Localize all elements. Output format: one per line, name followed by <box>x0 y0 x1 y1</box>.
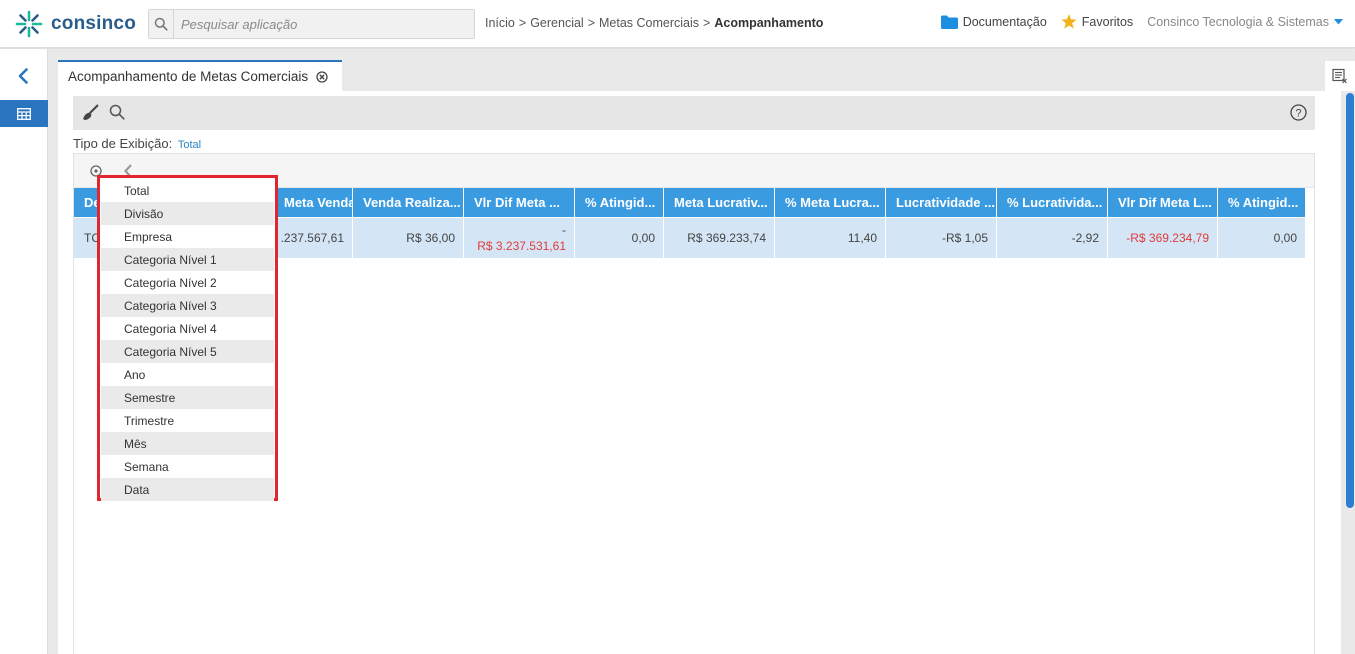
table-cell: -R$ 369.234,79 <box>1108 218 1218 258</box>
table-cell: R$ 36,00 <box>353 218 464 258</box>
search-icon[interactable] <box>109 104 125 123</box>
column-header[interactable]: % Atingid... <box>1218 188 1306 217</box>
favorites-link[interactable]: Favoritos <box>1061 14 1133 29</box>
dropdown-option-categoria-3[interactable]: Categoria Nível 3 <box>101 294 274 317</box>
dropdown-option-categoria-5[interactable]: Categoria Nível 5 <box>101 340 274 363</box>
column-header[interactable]: % Atingid... <box>575 188 664 217</box>
breadcrumb-gerencial[interactable]: Gerencial <box>530 16 584 30</box>
chevron-left-icon <box>18 68 28 84</box>
table-icon <box>17 107 31 120</box>
column-header[interactable]: Vlr Dif Meta ... <box>464 188 575 217</box>
window-list-icon <box>1332 68 1347 84</box>
dropdown-option-semana[interactable]: Semana <box>101 455 274 478</box>
table-cell-value: R$ 3.237.531,61 <box>477 239 566 253</box>
table-cell: 11,40 <box>775 218 886 258</box>
table-cell-sign: - <box>562 223 566 237</box>
search-input[interactable] <box>174 11 474 37</box>
dropdown-option-categoria-4[interactable]: Categoria Nível 4 <box>101 317 274 340</box>
dropdown-option-divisao[interactable]: Divisão <box>101 202 274 225</box>
display-type: Tipo de Exibição: Total <box>73 136 201 151</box>
breadcrumb: Início > Gerencial > Metas Comerciais > … <box>485 16 823 30</box>
clear-filter-icon[interactable] <box>82 104 99 124</box>
breadcrumb-separator: > <box>703 16 711 30</box>
folder-icon <box>940 15 958 29</box>
column-header[interactable]: Meta Venda <box>274 188 353 217</box>
documentation-link[interactable]: Documentação <box>940 14 1047 29</box>
app-search <box>148 9 475 39</box>
table-cell: - R$ 3.237.531,61 <box>464 218 575 258</box>
column-header[interactable]: % Lucratividа... <box>997 188 1108 217</box>
column-header[interactable]: Lucratividade ... <box>886 188 997 217</box>
dropdown-option-trimestre[interactable]: Trimestre <box>101 409 274 432</box>
breadcrumb-current: Acompanhamento <box>714 16 824 30</box>
star-icon <box>1061 14 1077 29</box>
breadcrumb-inicio[interactable]: Início <box>485 16 515 30</box>
top-bar: consinco Início > Gerencial > Metas Come… <box>0 0 1355 48</box>
column-header[interactable]: Meta Lucrativ... <box>664 188 775 217</box>
vertical-scrollbar[interactable] <box>1346 93 1354 508</box>
tab-title: Acompanhamento de Metas Comerciais <box>68 69 309 84</box>
breadcrumb-separator: > <box>518 16 527 30</box>
search-icon[interactable] <box>149 10 174 38</box>
documentation-label: Documentação <box>962 14 1047 29</box>
table-cell: -R$ 1,05 <box>886 218 997 258</box>
svg-text:?: ? <box>1295 108 1301 120</box>
dropdown-option-semestre[interactable]: Semestre <box>101 386 274 409</box>
column-header[interactable]: % Meta Lucra... <box>775 188 886 217</box>
caret-down-icon <box>1334 18 1343 24</box>
consinco-logo[interactable]: consinco <box>14 9 136 39</box>
table-cell: R$ 369.233,74 <box>664 218 775 258</box>
company-selector[interactable]: Consinco Tecnologia & Sistemas <box>1147 15 1343 29</box>
consinco-logo-icon <box>15 10 43 38</box>
favorites-label: Favoritos <box>1081 14 1134 29</box>
sidebar-item-grid[interactable] <box>0 100 48 127</box>
left-sidebar <box>0 49 48 654</box>
brand-name: consinco <box>51 13 137 34</box>
dropdown-option-data[interactable]: Data <box>101 478 274 501</box>
header-actions: Documentação Favoritos Consinco Tecnolog… <box>940 14 1343 29</box>
collapse-sidebar-button[interactable] <box>12 65 34 87</box>
table-cell: 0,00 <box>575 218 664 258</box>
table-cell: 0,00 <box>1218 218 1306 258</box>
help-icon[interactable]: ? <box>1290 104 1307 124</box>
display-type-value[interactable]: Total <box>178 139 201 151</box>
window-list-button[interactable] <box>1325 61 1355 91</box>
breadcrumb-metas-comerciais[interactable]: Metas Comerciais <box>599 16 699 30</box>
dropdown-option-categoria-1[interactable]: Categoria Nível 1 <box>101 248 274 271</box>
display-type-dropdown: Total Divisão Empresa Categoria Nível 1 … <box>97 175 278 501</box>
breadcrumb-separator: > <box>587 16 596 30</box>
column-header[interactable]: Vlr Dif Meta L... <box>1108 188 1218 217</box>
column-header[interactable]: Venda Realiza... <box>353 188 464 217</box>
dropdown-option-categoria-2[interactable]: Categoria Nível 2 <box>101 271 274 294</box>
dropdown-option-mes[interactable]: Mês <box>101 432 274 455</box>
tab-acompanhamento[interactable]: Acompanhamento de Metas Comerciais <box>58 60 342 91</box>
toolbar: ? <box>73 96 1315 130</box>
table-cell: -2,92 <box>997 218 1108 258</box>
dropdown-option-total[interactable]: Total <box>101 179 274 202</box>
dropdown-option-empresa[interactable]: Empresa <box>101 225 274 248</box>
company-name: Consinco Tecnologia & Sistemas <box>1147 14 1329 29</box>
tab-strip: Acompanhamento de Metas Comerciais <box>48 49 1355 91</box>
close-icon[interactable] <box>316 70 328 83</box>
display-type-label: Tipo de Exibição: <box>73 136 173 151</box>
dropdown-option-ano[interactable]: Ano <box>101 363 274 386</box>
table-cell: .237.567,61 <box>274 218 353 258</box>
